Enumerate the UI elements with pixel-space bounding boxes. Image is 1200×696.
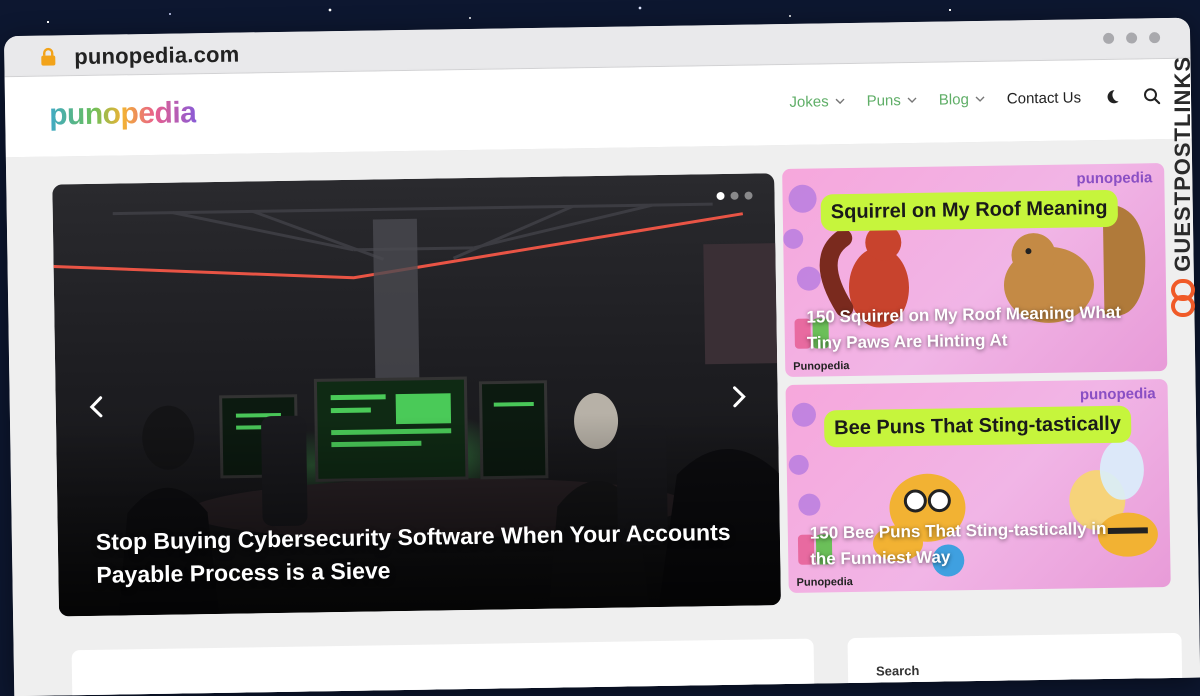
chevron-right-icon[interactable] — [727, 384, 749, 410]
nav-label: Blog — [938, 90, 969, 109]
slider-dot[interactable] — [730, 191, 739, 200]
card-banner: Squirrel on My Roof Meaning — [820, 189, 1118, 232]
window-controls — [1103, 32, 1161, 44]
card-title[interactable]: 150 Squirrel on My Roof Meaning What Tin… — [806, 300, 1127, 357]
post-card-bee[interactable]: punopedia Bee Puns That Sting-tastically… — [785, 379, 1171, 593]
watermark: GUESTPOSTLINKS — [1168, 56, 1198, 356]
chevron-left-icon[interactable] — [86, 394, 108, 420]
lock-icon — [41, 47, 56, 66]
search-icon — [1143, 88, 1161, 105]
nav-item-contact[interactable]: Contact Us — [1007, 89, 1081, 107]
nav-label: Puns — [866, 91, 901, 110]
main-nav: Jokes Puns Blog Contact Us — [789, 87, 1161, 111]
window-dot-icon[interactable] — [1126, 32, 1138, 44]
chevron-down-icon — [907, 97, 917, 103]
main-content: Stop Buying Cybersecurity Software When … — [5, 138, 1200, 696]
nav-label: Jokes — [789, 92, 829, 111]
link-icon — [1171, 278, 1195, 317]
nav-item-puns[interactable]: Puns — [866, 91, 917, 110]
chevron-down-icon — [975, 96, 985, 102]
nav-item-blog[interactable]: Blog — [939, 90, 985, 108]
search-button[interactable] — [1143, 87, 1161, 105]
window-dot-icon[interactable] — [1149, 32, 1161, 44]
post-card-squirrel[interactable]: punopedia Squirrel on My Roof Meaning 15… — [782, 163, 1168, 378]
moon-icon — [1107, 90, 1119, 104]
window-dot-icon[interactable] — [1103, 32, 1115, 44]
content-panel — [71, 638, 815, 696]
url-text[interactable]: punopedia.com — [74, 42, 240, 71]
card-brand: punopedia — [1076, 169, 1153, 188]
site-logo[interactable]: punopedia — [49, 96, 197, 132]
slider-dot[interactable] — [716, 191, 725, 201]
nav-item-jokes[interactable]: Jokes — [789, 92, 845, 111]
dark-mode-toggle[interactable] — [1103, 88, 1121, 106]
browser-window: punopedia.com punopedia Jokes Puns Blog … — [3, 17, 1200, 696]
browser-frame: punopedia.com punopedia Jokes Puns Blog … — [0, 0, 1200, 696]
watermark-text: GUESTPOSTLINKS — [1170, 56, 1195, 272]
card-brand: punopedia — [1079, 385, 1156, 404]
slider-dot[interactable] — [744, 191, 753, 200]
card-title[interactable]: 150 Bee Puns That Sting-tastically in th… — [810, 516, 1131, 573]
card-banner: Bee Puns That Sting-tastically — [823, 405, 1132, 448]
card-footer: Punopedia — [796, 575, 853, 589]
featured-slider[interactable]: Stop Buying Cybersecurity Software When … — [52, 173, 781, 617]
slider-pager — [716, 191, 753, 201]
chevron-down-icon — [835, 98, 845, 105]
sidebar-panel: Search — [847, 632, 1183, 696]
nav-label: Contact Us — [1006, 88, 1082, 108]
search-label: Search — [875, 662, 920, 679]
card-footer: Punopedia — [793, 360, 850, 373]
hero-title[interactable]: Stop Buying Cybersecurity Software When … — [96, 516, 757, 592]
